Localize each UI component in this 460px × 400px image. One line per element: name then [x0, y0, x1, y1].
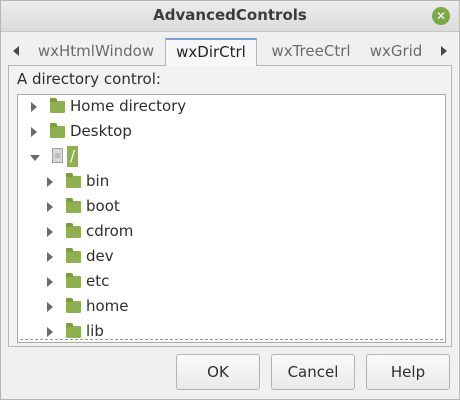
help-button[interactable]: Help — [366, 354, 450, 390]
tree-item[interactable]: / — [18, 146, 445, 168]
tree-item[interactable]: Desktop — [18, 121, 445, 143]
tree-item[interactable]: boot — [18, 196, 445, 218]
tab-panel: A directory control: Home directory Deskt… — [8, 65, 452, 347]
tree-item-label: Desktop — [70, 122, 132, 140]
expanded-arrow-icon[interactable] — [30, 155, 40, 161]
folder-icon — [66, 223, 81, 238]
dialog-window: AdvancedControls ✕ wxHtmlWindow wxDirCtr… — [0, 0, 460, 400]
collapsed-arrow-icon[interactable] — [47, 252, 53, 262]
panel-label: A directory control: — [17, 70, 161, 88]
tree-item-label: cdrom — [86, 222, 134, 240]
folder-icon — [66, 173, 81, 188]
collapsed-arrow-icon[interactable] — [31, 102, 37, 112]
tree-item-label: / — [67, 146, 79, 167]
collapsed-arrow-icon[interactable] — [47, 327, 53, 337]
folder-icon — [66, 248, 81, 263]
ok-button[interactable]: OK — [176, 354, 260, 390]
collapsed-arrow-icon[interactable] — [47, 227, 53, 237]
tab-wxtreectrl[interactable]: wxTreeCtrl — [261, 39, 361, 65]
tree-item[interactable]: cdrom — [18, 221, 445, 243]
folder-icon — [66, 273, 81, 288]
folder-icon — [50, 98, 65, 113]
tree-item[interactable]: home — [18, 296, 445, 318]
cancel-button[interactable]: Cancel — [271, 354, 355, 390]
directory-tree[interactable]: Home directory Desktop / bin boot cdrom dev etc… — [17, 94, 446, 343]
collapsed-arrow-icon[interactable] — [47, 277, 53, 287]
tab-wxgrid[interactable]: wxGrid — [365, 39, 427, 65]
tree-item-label: Home directory — [70, 97, 187, 115]
triangle-left-icon[interactable] — [13, 46, 19, 56]
drive-icon — [52, 148, 63, 163]
folder-icon — [66, 298, 81, 313]
tree-item-label: home — [86, 297, 129, 315]
collapsed-arrow-icon[interactable] — [47, 302, 53, 312]
close-icon[interactable]: ✕ — [432, 7, 450, 25]
tree-item[interactable]: etc — [18, 271, 445, 293]
tree-item-label: boot — [86, 197, 120, 215]
tree-item[interactable]: dev — [18, 246, 445, 268]
tree-item-label: lib — [86, 322, 104, 340]
collapsed-arrow-icon[interactable] — [47, 202, 53, 212]
triangle-right-icon[interactable] — [441, 46, 447, 56]
folder-icon — [66, 323, 81, 338]
collapsed-arrow-icon[interactable] — [31, 127, 37, 137]
window-title: AdvancedControls — [153, 6, 307, 24]
folder-icon — [66, 198, 81, 213]
collapsed-arrow-icon[interactable] — [47, 177, 53, 187]
folder-icon — [50, 123, 65, 138]
focus-indicator — [20, 339, 443, 340]
tree-item-label: bin — [86, 172, 110, 190]
tree-item-label: dev — [86, 247, 114, 265]
tree-item[interactable]: Home directory — [18, 96, 445, 118]
tree-item-label: etc — [86, 272, 110, 290]
tab-wxhtmlwindow[interactable]: wxHtmlWindow — [31, 39, 161, 65]
tab-wxdirctrl[interactable]: wxDirCtrl — [165, 38, 257, 66]
tree-item[interactable]: bin — [18, 171, 445, 193]
title-bar[interactable]: AdvancedControls ✕ — [1, 1, 459, 32]
